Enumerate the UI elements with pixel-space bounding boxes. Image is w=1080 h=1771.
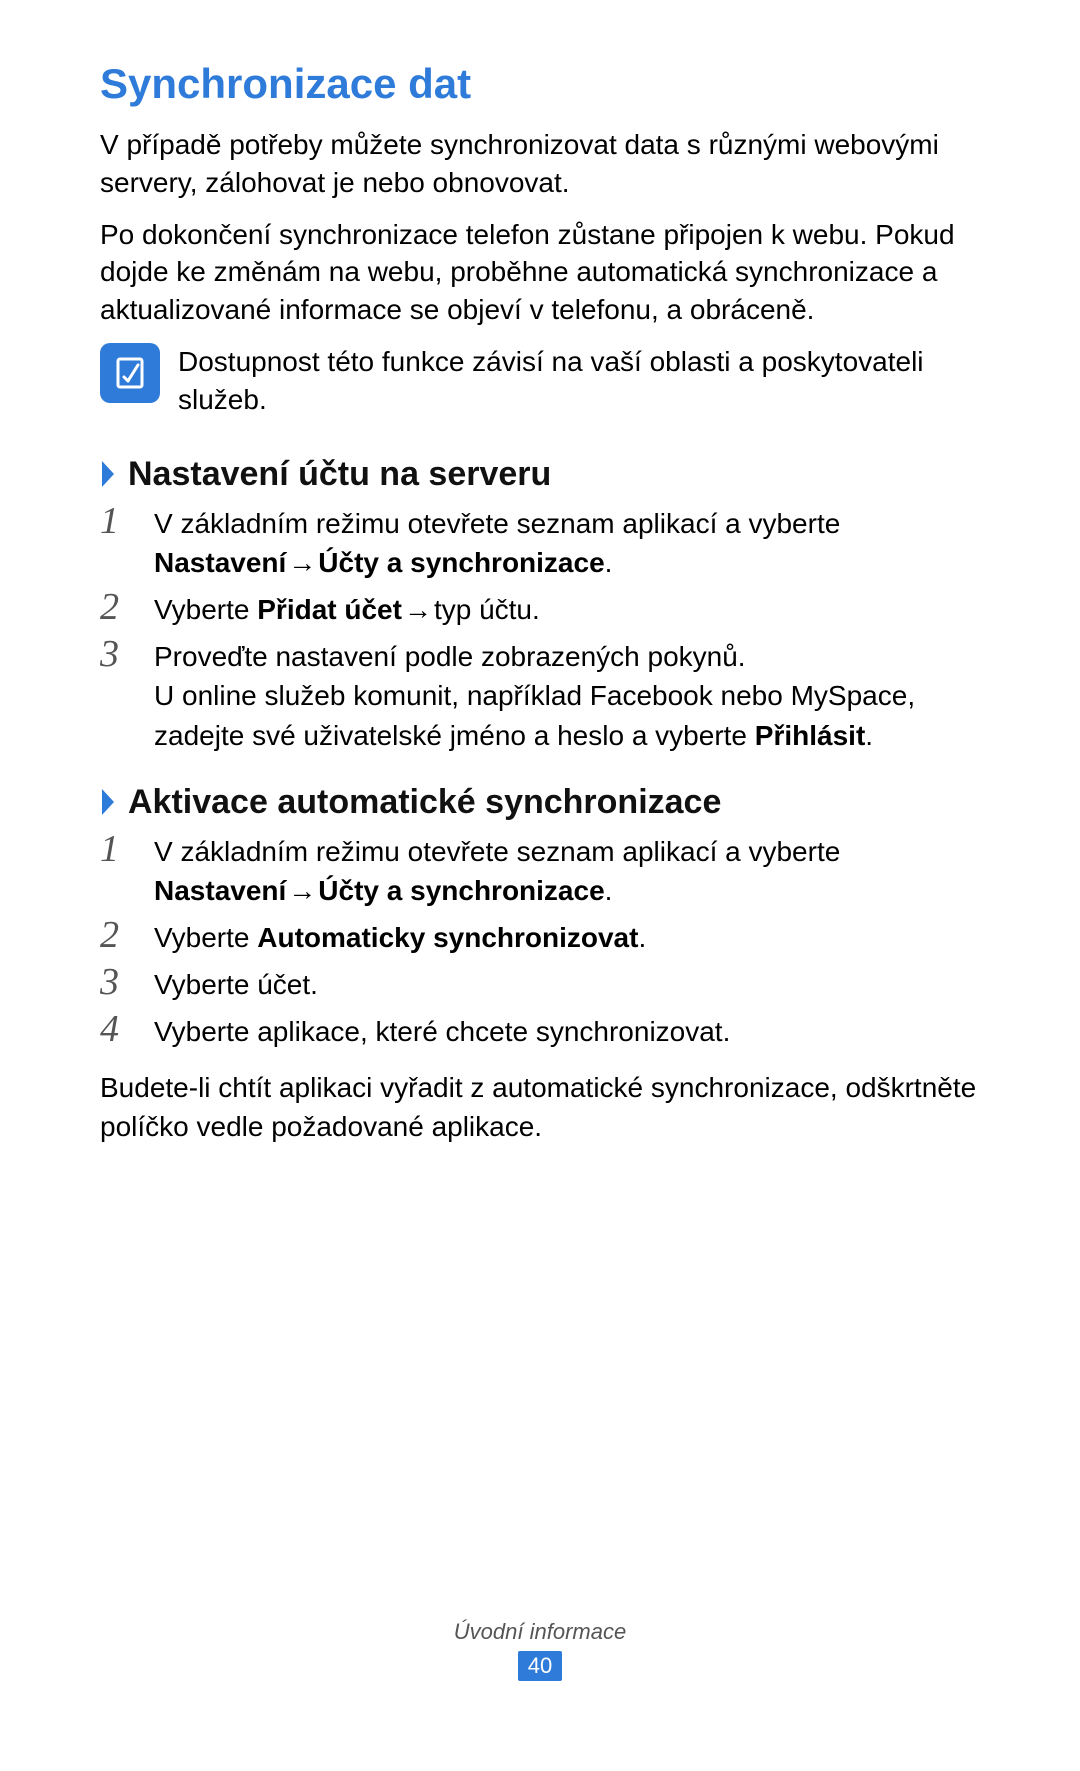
step-number: 1 (100, 830, 132, 868)
section-title-text: Aktivace automatické synchronizace (128, 783, 721, 822)
note-callout: Dostupnost této funkce závisí na vaší ob… (100, 343, 980, 419)
note-text: Dostupnost této funkce závisí na vaší ob… (178, 343, 980, 419)
text-run: Vyberte (154, 594, 257, 625)
section-heading-auto-sync: Aktivace automatické synchronizace (100, 783, 980, 822)
step-row: 4 Vyberte aplikace, které chcete synchro… (100, 1012, 980, 1051)
step-number: 3 (100, 963, 132, 1001)
page-footer: Úvodní informace 40 (0, 1619, 1080, 1681)
step-text: Vyberte Přidat účet → typ účtu. (154, 590, 980, 629)
bold-run: Automaticky synchronizovat (257, 922, 638, 953)
text-run: Proveďte nastavení podle zobrazených pok… (154, 641, 746, 672)
intro-paragraph-1: V případě potřeby můžete synchronizovat … (100, 126, 980, 202)
section-title-text: Nastavení účtu na serveru (128, 455, 551, 494)
chevron-right-icon (100, 787, 118, 817)
arrow-icon: → (286, 543, 318, 582)
arrow-icon: → (402, 590, 434, 629)
text-run: . (605, 547, 613, 578)
step-text: Proveďte nastavení podle zobrazených pok… (154, 637, 980, 755)
step-number: 4 (100, 1010, 132, 1048)
step-text: Vyberte účet. (154, 965, 980, 1004)
chevron-right-icon (100, 459, 118, 489)
page-title: Synchronizace dat (100, 60, 980, 108)
step-row: 3 Vyberte účet. (100, 965, 980, 1004)
step-text: Vyberte aplikace, které chcete synchroni… (154, 1012, 980, 1051)
step-number: 1 (100, 502, 132, 540)
step-row: 1 V základním režimu otevřete seznam apl… (100, 504, 980, 582)
closing-paragraph: Budete-li chtít aplikaci vyřadit z autom… (100, 1068, 980, 1146)
step-text: V základním režimu otevřete seznam aplik… (154, 504, 980, 582)
text-run: . (865, 720, 873, 751)
bold-run: Nastavení (154, 547, 286, 578)
text-run: . (605, 875, 613, 906)
text-run: . (638, 922, 646, 953)
steps-list-1: 1 V základním režimu otevřete seznam apl… (100, 504, 980, 755)
bold-run: Přidat účet (257, 594, 402, 625)
text-run: V základním režimu otevřete seznam aplik… (154, 836, 840, 867)
step-number: 2 (100, 916, 132, 954)
note-icon (100, 343, 160, 403)
step-row: 2 Vyberte Automaticky synchronizovat. (100, 918, 980, 957)
steps-list-2: 1 V základním režimu otevřete seznam apl… (100, 832, 980, 1052)
bold-run: Účty a synchronizace (318, 875, 604, 906)
step-row: 2 Vyberte Přidat účet → typ účtu. (100, 590, 980, 629)
step-row: 1 V základním režimu otevřete seznam apl… (100, 832, 980, 910)
manual-page: Synchronizace dat V případě potřeby může… (0, 0, 1080, 1771)
text-run: typ účtu. (434, 594, 540, 625)
step-text: Vyberte Automaticky synchronizovat. (154, 918, 980, 957)
step-row: 3 Proveďte nastavení podle zobrazených p… (100, 637, 980, 755)
section-heading-account-setup: Nastavení účtu na serveru (100, 455, 980, 494)
step-number: 2 (100, 588, 132, 626)
bold-run: Přihlásit (755, 720, 865, 751)
step-number: 3 (100, 635, 132, 673)
text-run: V základním režimu otevřete seznam aplik… (154, 508, 840, 539)
text-run: Vyberte (154, 922, 257, 953)
intro-paragraph-2: Po dokončení synchronizace telefon zůsta… (100, 216, 980, 329)
bold-run: Účty a synchronizace (318, 547, 604, 578)
step-text: V základním režimu otevřete seznam aplik… (154, 832, 980, 910)
page-number-badge: 40 (518, 1651, 562, 1681)
footer-section-label: Úvodní informace (0, 1619, 1080, 1645)
arrow-icon: → (286, 871, 318, 910)
bold-run: Nastavení (154, 875, 286, 906)
